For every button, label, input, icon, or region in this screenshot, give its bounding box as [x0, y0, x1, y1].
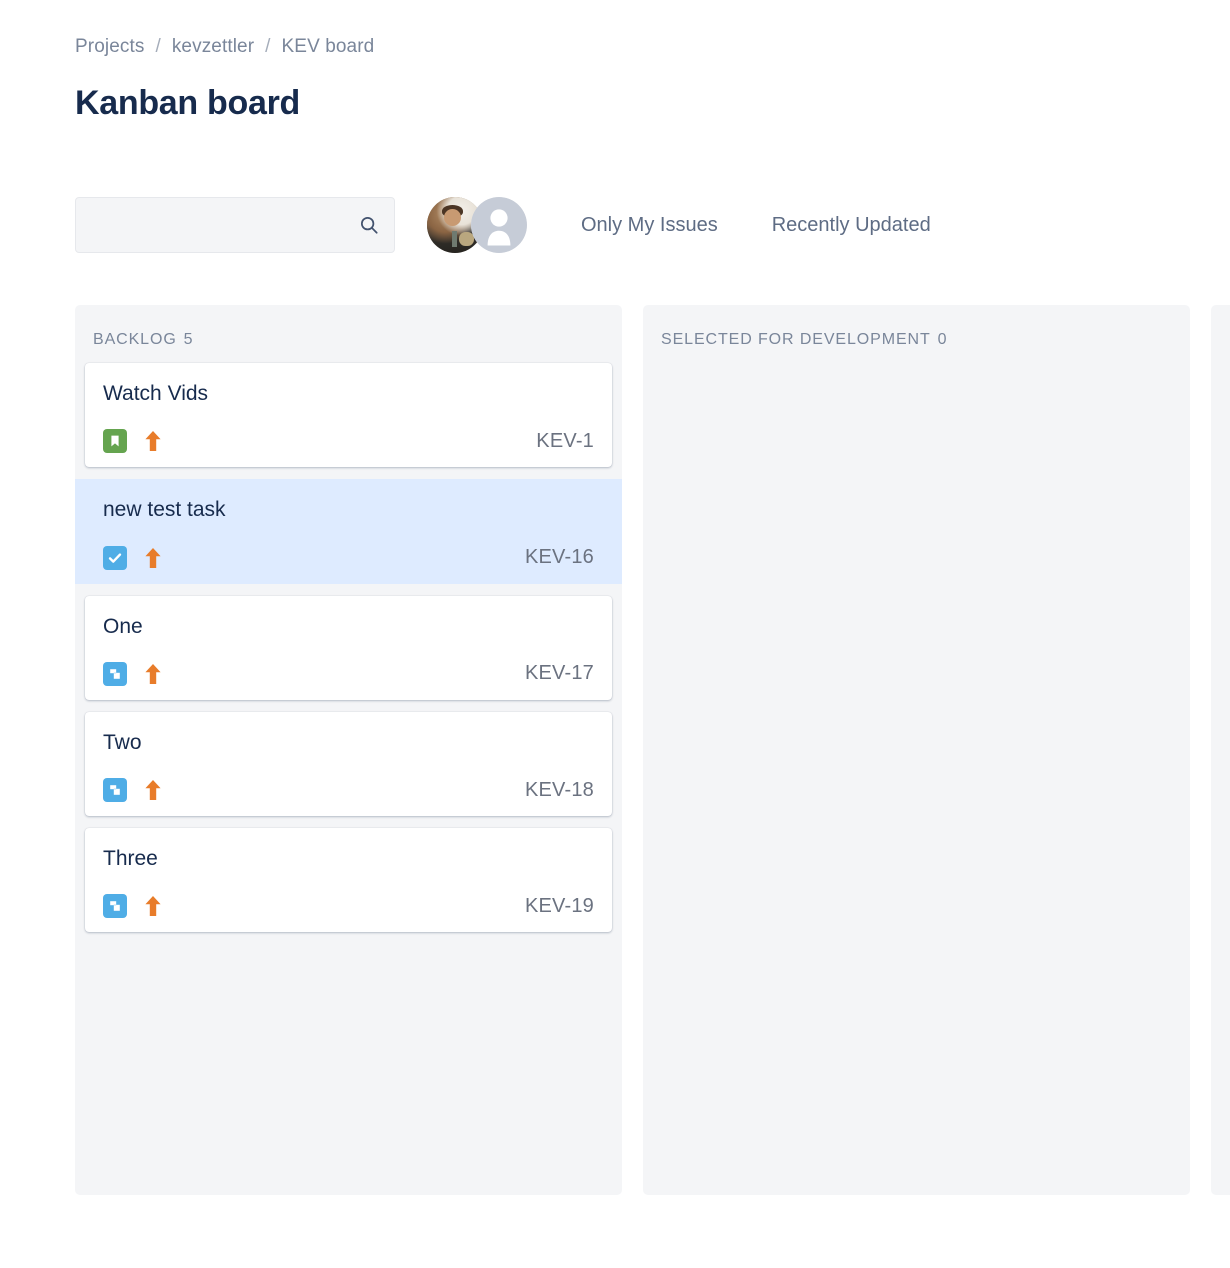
avatar-photo-face — [443, 209, 461, 227]
issue-card-title: Watch Vids — [103, 382, 209, 405]
issue-card-footer: KEV-17 — [103, 661, 594, 686]
breadcrumb-item-projects[interactable]: Projects — [75, 36, 144, 58]
issue-card-footer: KEV-16 — [103, 545, 594, 570]
arrow-up-icon — [143, 662, 163, 686]
column-header-selected-for-development: SELECTED FOR DEVELOPMENT 0 — [643, 305, 1190, 363]
breadcrumb-item-kev-board[interactable]: KEV board — [282, 36, 375, 58]
search-input[interactable] — [76, 198, 394, 252]
breadcrumb-separator: / — [265, 36, 271, 57]
avatar-photo-tie — [451, 230, 457, 248]
column-title: SELECTED FOR DEVELOPMENT — [661, 331, 931, 348]
person-icon — [471, 197, 527, 253]
issue-card-footer: KEV-18 — [103, 778, 594, 802]
issue-card-kev-16[interactable]: new test task KEV-16 — [75, 479, 622, 584]
issue-card-key: KEV-17 — [524, 662, 594, 685]
board-column-selected-for-development: SELECTED FOR DEVELOPMENT 0 — [643, 305, 1190, 1195]
user-avatar-default[interactable] — [471, 197, 527, 253]
subtask-squares-icon — [103, 661, 127, 686]
column-count: 5 — [183, 331, 194, 348]
column-title: BACKLOG — [93, 331, 177, 348]
breadcrumb-separator: / — [155, 36, 161, 57]
arrow-up-icon — [143, 429, 163, 453]
task-checkbox-icon — [103, 545, 127, 570]
issue-card-title: new test task — [103, 498, 226, 522]
board-column-backlog: BACKLOG 5 Watch Vids KEV-1 new test task… — [75, 305, 622, 1195]
board-column-next — [1211, 305, 1230, 1195]
subtask-squares-icon — [103, 894, 127, 919]
column-header-backlog: BACKLOG 5 — [75, 305, 622, 363]
issue-card-kev-17[interactable]: One KEV-17 — [85, 595, 612, 700]
issue-card-title: One — [103, 614, 143, 638]
column-header-next — [1211, 305, 1230, 363]
search-box[interactable] — [75, 197, 395, 253]
issue-card-title: Three — [103, 847, 158, 870]
issue-card-title: Two — [103, 730, 142, 754]
arrow-up-icon — [143, 546, 163, 570]
arrow-up-icon — [143, 894, 163, 918]
issue-card-kev-19[interactable]: Three KEV-19 — [85, 828, 612, 933]
search-icon[interactable] — [358, 214, 380, 236]
column-count: 0 — [937, 331, 948, 348]
breadcrumb: Projects / kevzettler / KEV board — [75, 36, 374, 58]
issue-card-key: KEV-16 — [524, 546, 594, 568]
issue-card-kev-18[interactable]: Two KEV-18 — [85, 711, 612, 816]
issue-card-kev-1[interactable]: Watch Vids KEV-1 — [85, 363, 612, 468]
avatar-group — [427, 197, 527, 253]
breadcrumb-item-kevzettler[interactable]: kevzettler — [172, 36, 254, 58]
arrow-up-icon — [143, 778, 163, 802]
filter-recently-updated-button[interactable]: Recently Updated — [762, 206, 941, 245]
filter-only-my-issues-button[interactable]: Only My Issues — [571, 206, 728, 245]
page-title: Kanban board — [75, 84, 300, 122]
subtask-squares-icon — [103, 778, 127, 802]
issue-card-key: KEV-19 — [524, 894, 594, 917]
issue-card-footer: KEV-1 — [103, 429, 594, 454]
kanban-board-page: Projects / kevzettler / KEV board Kanban… — [0, 0, 1230, 1268]
column-body-backlog: Watch Vids KEV-1 new test task KEV-16 On… — [75, 363, 622, 933]
issue-card-key: KEV-1 — [536, 429, 594, 452]
issue-card-footer: KEV-19 — [103, 894, 594, 919]
board-columns: BACKLOG 5 Watch Vids KEV-1 new test task… — [75, 305, 1230, 1195]
board-toolbar: Only My Issues Recently Updated — [75, 197, 941, 253]
issue-card-key: KEV-18 — [524, 778, 594, 801]
story-bookmark-icon — [103, 429, 127, 454]
